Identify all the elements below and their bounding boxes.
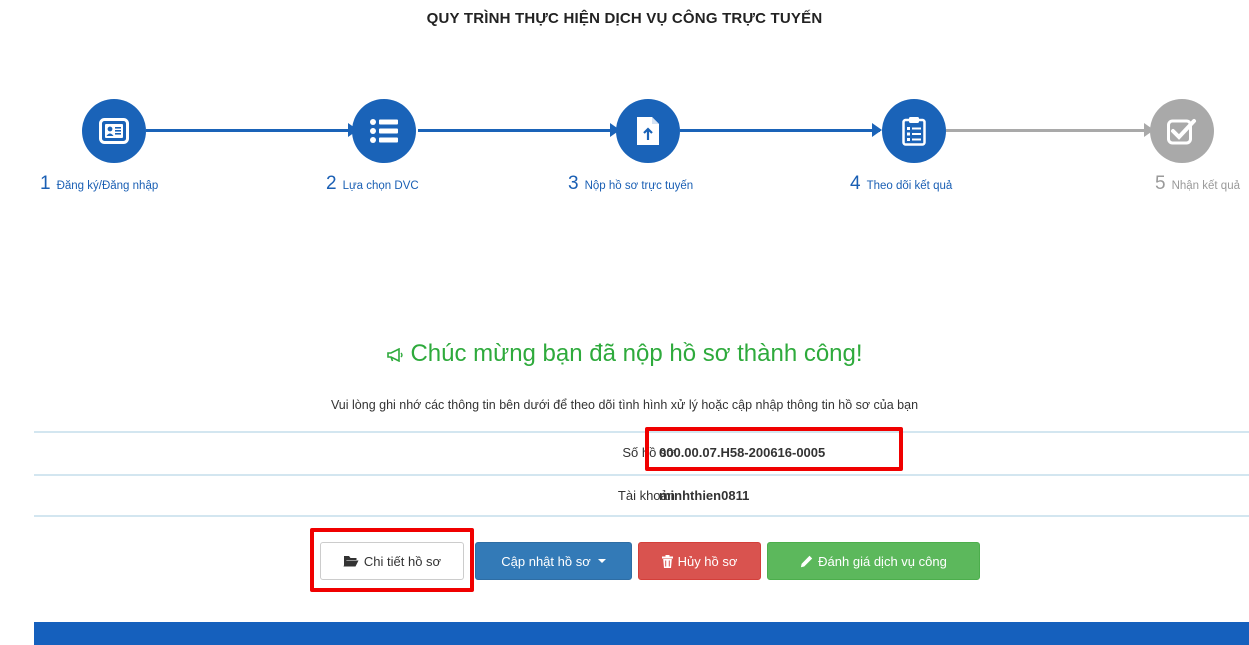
step-2-label: 2 Lựa chọn DVC <box>326 173 419 195</box>
step-number: 5 <box>1155 173 1166 194</box>
step-text: Theo dõi kết quả <box>866 180 953 192</box>
step-connector-4 <box>946 123 1154 137</box>
step-number: 2 <box>326 173 337 194</box>
step-text: Đăng ký/Đăng nhập <box>56 180 159 192</box>
step-number: 1 <box>40 173 51 194</box>
step-number: 4 <box>850 173 861 194</box>
step-4-label: 4 Theo dõi kết quả <box>850 173 952 195</box>
step-3-circle[interactable] <box>616 99 680 163</box>
megaphone-icon <box>386 341 404 369</box>
rate-service-label: Đánh giá dịch vụ công <box>818 553 947 569</box>
success-subtitle: Vui lòng ghi nhớ các thông tin bên dưới … <box>330 398 919 412</box>
step-text: Nộp hồ sơ trực tuyến <box>584 180 694 192</box>
cancel-record-button[interactable]: Hủy hồ sơ <box>638 542 761 580</box>
list-icon <box>370 119 398 143</box>
step-text: Lựa chọn DVC <box>342 180 419 192</box>
step-number: 3 <box>568 173 579 194</box>
step-4-circle[interactable] <box>882 99 946 163</box>
account-value: minhthien0811 <box>659 488 750 503</box>
success-title: Chúc mừng bạn đã nộp hồ sơ thành công! <box>410 340 863 367</box>
step-5-label: 5 Nhận kết quả <box>1155 173 1240 195</box>
page-title: QUY TRÌNH THỰC HIỆN DỊCH VỤ CÔNG TRỰC TU… <box>426 10 823 27</box>
update-record-button[interactable]: Cập nhật hồ sơ <box>475 542 632 580</box>
detail-button-highlight <box>310 528 474 592</box>
id-card-icon <box>99 118 129 144</box>
step-1-circle[interactable] <box>82 99 146 163</box>
clipboard-icon <box>902 117 926 146</box>
process-stepper: 1 Đăng ký/Đăng nhập 2 Lựa chọn DVC 3 Nộp… <box>0 95 1249 215</box>
step-connector-3 <box>680 123 882 137</box>
trash-icon <box>661 554 673 568</box>
pencil-icon <box>801 555 813 567</box>
update-record-label: Cập nhật hồ sơ <box>501 553 591 569</box>
step-3-label: 3 Nộp hồ sơ trực tuyến <box>568 173 693 195</box>
caret-down-icon <box>597 559 606 563</box>
step-2-circle[interactable] <box>352 99 416 163</box>
cancel-record-label: Hủy hồ sơ <box>677 553 738 569</box>
step-connector-1 <box>146 123 358 137</box>
record-number-highlight <box>645 427 903 471</box>
step-5-circle[interactable] <box>1150 99 1214 163</box>
document-upload-icon <box>637 117 659 145</box>
footer-bar <box>34 622 1249 645</box>
step-1-label: 1 Đăng ký/Đăng nhập <box>40 173 158 195</box>
record-info-table: Số hồ sơ 000.00.07.H58-200616-0005 Tài k… <box>34 431 1249 517</box>
step-text: Nhận kết quả <box>1171 180 1240 192</box>
check-square-icon <box>1167 119 1196 145</box>
rate-service-button[interactable]: Đánh giá dịch vụ công <box>767 542 980 580</box>
success-message: Chúc mừng bạn đã nộp hồ sơ thành công! <box>0 340 1249 369</box>
step-connector-2 <box>418 123 620 137</box>
record-number-row: Số hồ sơ 000.00.07.H58-200616-0005 <box>34 431 1249 474</box>
account-row: Tài khoản minhthien0811 <box>34 474 1249 517</box>
